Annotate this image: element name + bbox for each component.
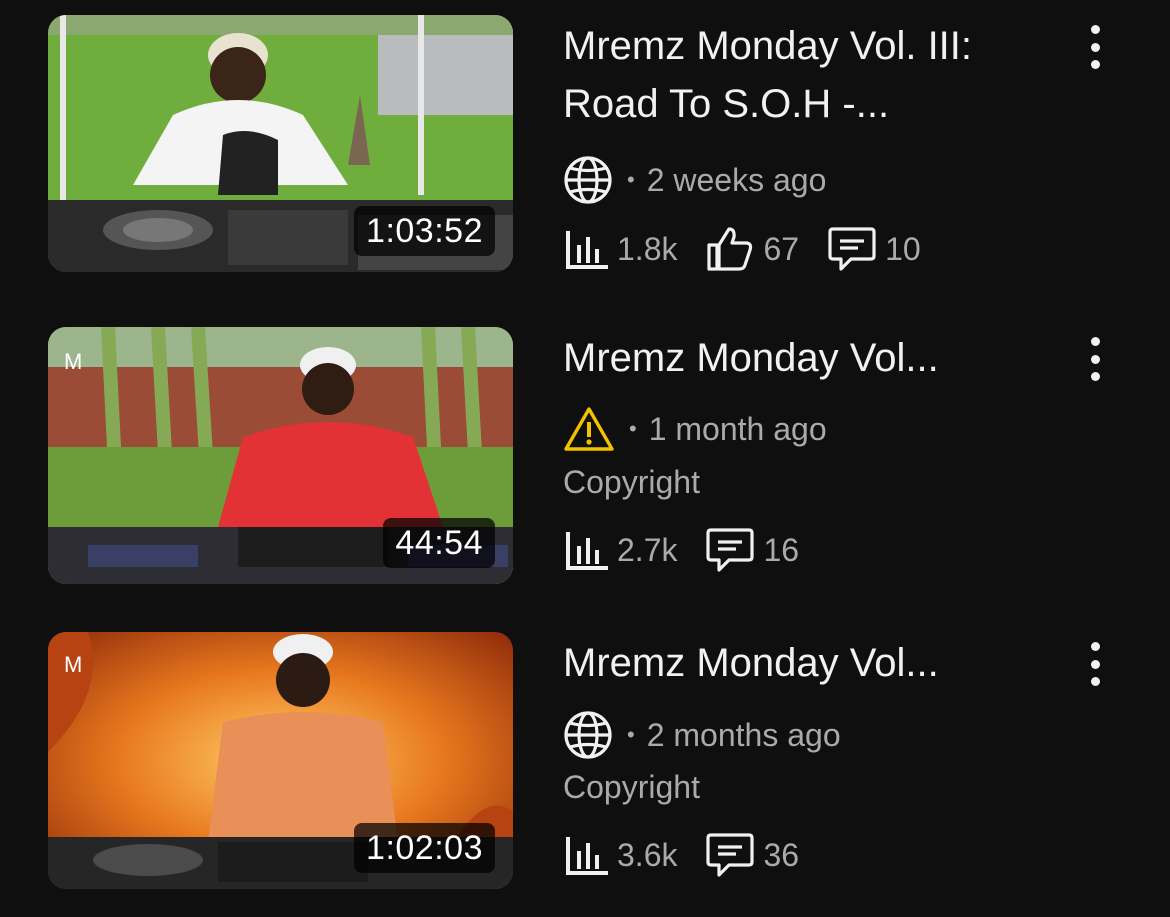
more-dot (1090, 677, 1100, 686)
separator-dot: • (629, 416, 637, 441)
likes-count: 67 (763, 230, 800, 267)
video-thumbnail[interactable]: M 1:02:03 (48, 632, 513, 889)
comments-count: 36 (763, 836, 800, 873)
video-stats: 1.8k 67 10 (563, 225, 949, 273)
video-item-3[interactable]: M 1:02:03 Mremz Monday Vol... • 2 months… (0, 632, 1170, 892)
more-options-button[interactable] (1080, 642, 1110, 686)
more-dot (1090, 354, 1100, 364)
comment-icon (706, 833, 755, 877)
comment-icon (706, 528, 755, 572)
analytics-icon (566, 837, 608, 875)
comments-count: 16 (763, 531, 800, 568)
comments-stat: 36 (705, 831, 799, 879)
video-title[interactable]: Mremz Monday Vol. III: Road To S.O.H -..… (563, 17, 1043, 133)
globe-icon (563, 710, 613, 760)
video-meta: • 2 weeks ago (563, 155, 826, 205)
video-meta: • 2 months ago (563, 710, 841, 760)
more-options-button[interactable] (1080, 337, 1110, 381)
svg-text:M: M (64, 652, 82, 677)
video-stats: 3.6k 36 (563, 831, 827, 879)
video-title[interactable]: Mremz Monday Vol... (563, 634, 1043, 692)
video-item-1[interactable]: 1:03:52 Mremz Monday Vol. III: Road To S… (0, 15, 1170, 275)
views-count: 3.6k (617, 836, 678, 873)
comments-stat: 10 (827, 225, 921, 273)
duration-badge: 1:03:52 (354, 206, 495, 256)
video-stats: 2.7k 16 (563, 526, 827, 574)
separator-dot: • (627, 722, 635, 747)
copyright-label: Copyright (563, 464, 700, 500)
likes-stat: 67 (705, 225, 799, 273)
copyright-label: Copyright (563, 769, 700, 805)
views-count: 2.7k (617, 531, 678, 568)
more-dot (1090, 25, 1100, 34)
video-thumbnail[interactable]: M 44:54 (48, 327, 513, 584)
separator-dot: • (627, 167, 635, 192)
video-thumbnail[interactable]: 1:03:52 (48, 15, 513, 272)
views-count: 1.8k (617, 230, 678, 267)
video-age: 2 months ago (646, 716, 841, 753)
more-options-button[interactable] (1080, 25, 1110, 69)
globe-icon (563, 155, 613, 205)
video-item-2[interactable]: M 44:54 Mremz Monday Vol... • 1 month ag… (0, 327, 1170, 587)
svg-text:M: M (64, 349, 82, 374)
more-dot (1090, 642, 1100, 651)
more-dot (1090, 337, 1100, 346)
comment-icon (828, 227, 876, 271)
comments-count: 10 (885, 230, 921, 267)
thumbs-up-icon (707, 227, 753, 271)
analytics-icon (566, 231, 608, 269)
duration-badge: 1:02:03 (354, 823, 495, 873)
more-dot (1090, 60, 1100, 69)
video-meta: • 1 month ago (563, 405, 827, 453)
warning-icon (563, 405, 615, 453)
views-stat: 1.8k (563, 227, 677, 271)
more-dot (1090, 372, 1100, 381)
video-age: 2 weeks ago (646, 161, 827, 198)
analytics-icon (566, 532, 608, 570)
more-dot (1090, 659, 1100, 669)
comments-stat: 16 (705, 526, 799, 574)
video-age: 1 month ago (648, 410, 827, 447)
views-stat: 3.6k (563, 833, 677, 877)
video-title[interactable]: Mremz Monday Vol... (563, 329, 1043, 387)
views-stat: 2.7k (563, 528, 677, 572)
more-dot (1090, 42, 1100, 52)
duration-badge: 44:54 (383, 518, 495, 568)
